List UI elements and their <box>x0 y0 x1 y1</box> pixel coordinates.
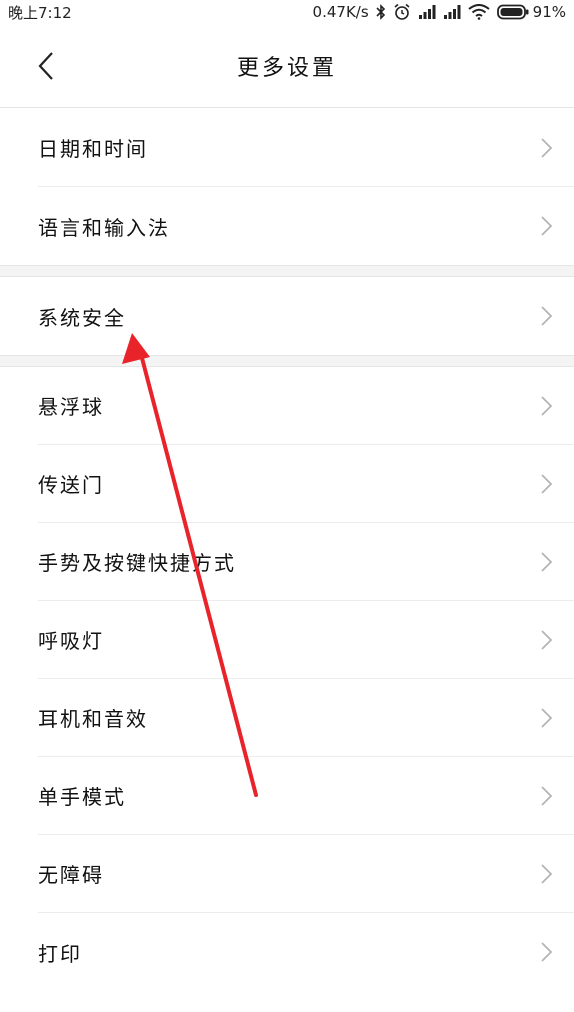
settings-item-system-security[interactable]: 系统安全 <box>38 277 574 355</box>
chevron-right-icon <box>541 137 553 158</box>
bluetooth-icon <box>376 4 385 20</box>
settings-item-label: 呼吸灯 <box>38 629 104 653</box>
page-title: 更多设置 <box>236 56 337 81</box>
chevron-right-icon <box>541 473 553 494</box>
settings-item-label: 耳机和音效 <box>38 707 148 731</box>
group-divider <box>0 265 574 277</box>
settings-item-label: 系统安全 <box>38 305 126 330</box>
status-time: 晚上7:12 <box>8 3 72 22</box>
settings-item-printing[interactable]: 打印 <box>38 913 574 991</box>
settings-item-floating-ball[interactable]: 悬浮球 <box>38 367 574 445</box>
chevron-right-icon <box>541 785 553 806</box>
settings-item-label: 单手模式 <box>38 785 126 809</box>
chevron-right-icon <box>541 863 553 884</box>
signal-icon <box>418 5 436 19</box>
group-divider <box>0 355 574 367</box>
battery-percent: 91% <box>532 3 566 21</box>
settings-item-breathing-light[interactable]: 呼吸灯 <box>38 601 574 679</box>
settings-group-2: 系统安全 <box>0 277 574 355</box>
settings-item-portal[interactable]: 传送门 <box>38 445 574 523</box>
wifi-icon <box>468 4 490 20</box>
settings-item-label: 打印 <box>38 941 82 966</box>
alarm-icon <box>394 3 410 20</box>
battery-icon <box>496 4 529 20</box>
settings-group-3: 悬浮球 传送门 手势及按键快捷方式 呼吸灯 耳机和音效 单手模式 无障碍 打印 <box>0 367 574 991</box>
settings-item-label: 无障碍 <box>38 863 104 887</box>
settings-item-label: 手势及按键快捷方式 <box>38 551 236 575</box>
settings-item-label: 悬浮球 <box>38 395 104 419</box>
chevron-right-icon <box>541 395 553 416</box>
chevron-right-icon <box>541 629 553 650</box>
settings-item-language-input[interactable]: 语言和输入法 <box>38 187 574 265</box>
settings-item-label: 传送门 <box>38 473 104 497</box>
settings-item-label: 语言和输入法 <box>38 215 170 240</box>
signal-icon <box>443 5 461 19</box>
settings-group-1: 日期和时间 语言和输入法 <box>0 109 574 265</box>
status-icons: 0.47K/s 91% <box>313 3 566 21</box>
chevron-right-icon <box>541 551 553 572</box>
app-header: 更多设置 <box>0 24 574 108</box>
network-speed: 0.47K/s <box>312 3 369 21</box>
settings-item-one-handed-mode[interactable]: 单手模式 <box>38 757 574 835</box>
battery-indicator: 91% <box>496 3 566 21</box>
chevron-right-icon <box>541 942 553 962</box>
settings-item-headphones-audio[interactable]: 耳机和音效 <box>38 679 574 757</box>
settings-item-accessibility[interactable]: 无障碍 <box>38 835 574 913</box>
settings-item-label: 日期和时间 <box>38 137 148 161</box>
chevron-right-icon <box>541 306 553 326</box>
chevron-right-icon <box>541 707 553 728</box>
settings-item-gestures-shortcuts[interactable]: 手势及按键快捷方式 <box>38 523 574 601</box>
status-bar: 晚上7:12 0.47K/s 91% <box>0 0 574 24</box>
chevron-right-icon <box>541 216 553 236</box>
settings-item-date-time[interactable]: 日期和时间 <box>38 109 574 187</box>
